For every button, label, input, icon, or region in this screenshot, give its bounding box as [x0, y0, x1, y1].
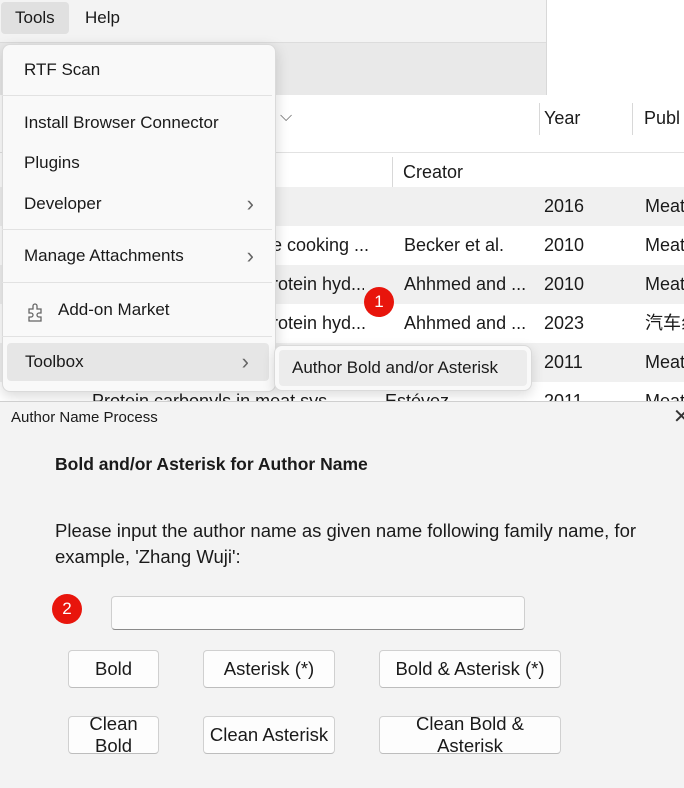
row-year: 2010 — [544, 274, 585, 294]
menu-item-label: Manage Attachments — [24, 246, 184, 265]
close-icon[interactable]: ✕ — [673, 404, 684, 429]
step-badge-1: 1 — [364, 287, 394, 317]
menu-item-label: Add-on Market — [58, 300, 170, 319]
column-divider[interactable] — [539, 103, 540, 135]
clean-bold-asterisk-button[interactable]: Clean Bold & Asterisk — [379, 713, 561, 756]
row-publication: Meat — [645, 274, 684, 294]
row-year: 2016 — [544, 196, 585, 216]
chevron-down-icon[interactable]: ⌵ — [280, 108, 292, 126]
asterisk-button[interactable]: Asterisk (*) — [203, 650, 335, 688]
clean-bold-button[interactable]: Clean Bold — [68, 713, 159, 756]
author-name-input[interactable] — [111, 596, 525, 630]
dialog-title: Author Name Process — [11, 409, 158, 426]
menu-item-label: Install Browser Connector — [24, 113, 219, 132]
row-publication: Meat — [645, 235, 684, 255]
row-creator: Ahhmed and ... — [404, 313, 527, 333]
menu-item-plugins[interactable]: Plugins — [12, 144, 262, 182]
row-year: 2011 — [544, 391, 583, 401]
menu-item-developer[interactable]: Developer › — [12, 185, 262, 223]
menu-item-toolbox[interactable]: Toolbox › — [7, 343, 269, 381]
menu-item-install-browser-connector[interactable]: Install Browser Connector — [12, 104, 262, 142]
step-badge-2: 2 — [52, 594, 82, 624]
menu-separator — [2, 282, 272, 283]
toolbox-submenu: Author Bold and/or Asterisk — [274, 345, 532, 391]
menu-item-label: RTF Scan — [24, 60, 101, 79]
menu-help[interactable]: Help — [71, 2, 134, 34]
column-header-year[interactable]: Year — [544, 108, 580, 129]
row-creator: Ahhmed and ... — [404, 274, 527, 294]
menu-item-author-bold-asterisk[interactable]: Author Bold and/or Asterisk — [279, 350, 527, 386]
column-divider[interactable] — [392, 157, 393, 189]
row-publication: Meat — [645, 196, 684, 216]
bold-button[interactable]: Bold — [68, 650, 159, 688]
row-publication: Meat — [645, 352, 684, 372]
dialog-instruction: Please input the author name as given na… — [55, 520, 637, 567]
row-year: 2011 — [544, 352, 583, 372]
menu-item-label: Toolbox — [25, 352, 84, 371]
row-year: 2023 — [544, 313, 585, 333]
row-publication: Meat — [645, 391, 684, 401]
chevron-right-icon: › — [246, 191, 254, 216]
puzzle-icon — [24, 299, 46, 337]
menu-item-addon-market[interactable]: Add-on Market — [12, 291, 262, 329]
row-title: e cooking ... — [272, 235, 370, 255]
menu-separator — [2, 95, 272, 96]
menu-item-rtf-scan[interactable]: RTF Scan — [12, 51, 262, 89]
row-publication: 汽车纟 — [645, 313, 684, 333]
menu-item-label: Plugins — [24, 153, 80, 172]
bold-asterisk-button[interactable]: Bold & Asterisk (*) — [379, 650, 561, 688]
chevron-right-icon: › — [246, 243, 254, 268]
chevron-right-icon: › — [241, 349, 249, 374]
menu-separator — [2, 336, 272, 337]
menu-item-manage-attachments[interactable]: Manage Attachments › — [12, 237, 262, 275]
row-title: rotein hyd... — [272, 274, 364, 294]
menu-tools[interactable]: Tools — [1, 2, 69, 34]
column-divider[interactable] — [632, 103, 633, 135]
column-header-creator[interactable]: Creator — [403, 162, 463, 183]
menu-bar: Tools Help — [0, 0, 546, 38]
row-year: 2010 — [544, 235, 585, 255]
row-creator: Becker et al. — [404, 235, 505, 255]
clean-asterisk-button[interactable]: Clean Asterisk — [203, 716, 335, 754]
menu-item-label: Developer — [24, 194, 102, 213]
column-header-publication[interactable]: Publ — [644, 108, 680, 129]
dialog-heading: Bold and/or Asterisk for Author Name — [55, 454, 368, 474]
menu-separator — [2, 229, 272, 230]
